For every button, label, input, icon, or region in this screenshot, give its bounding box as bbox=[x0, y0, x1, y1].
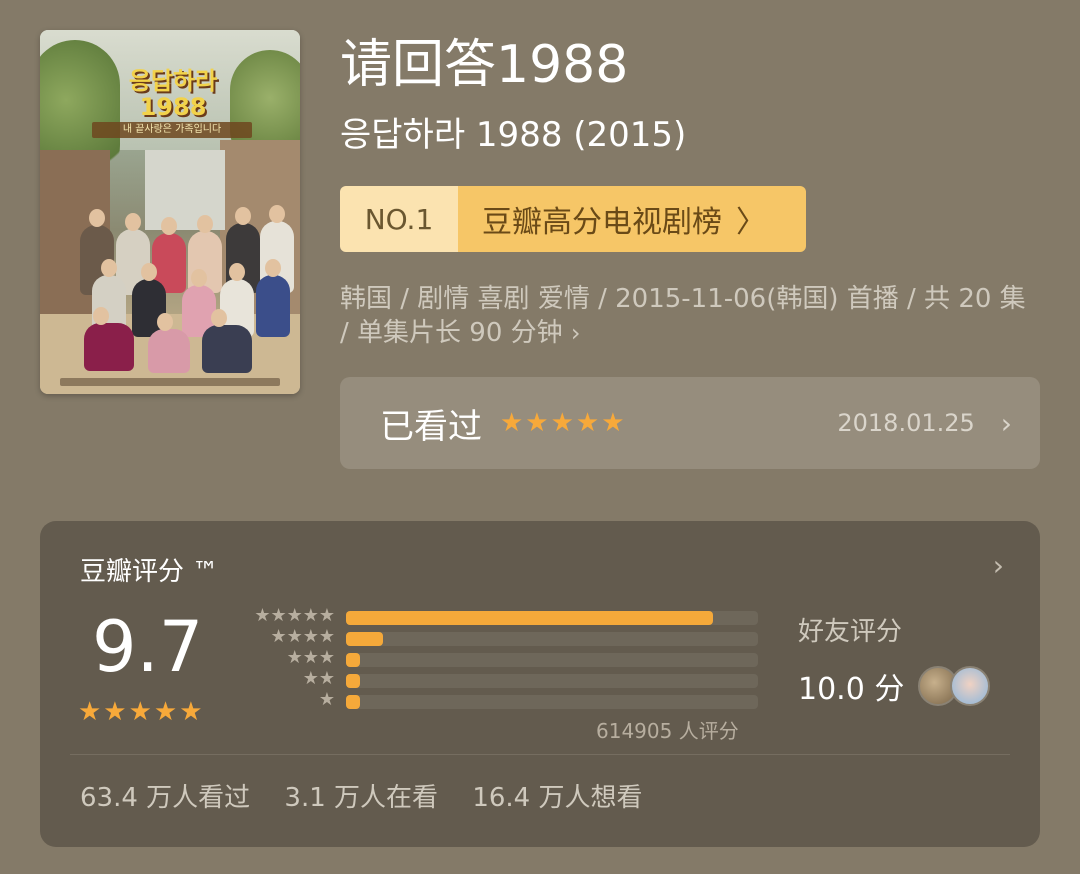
rating-distribution: ★★★★★ ★★★★ ★★★ ★★ ★ bbox=[240, 605, 760, 712]
rating-score: 9.7 bbox=[92, 606, 204, 688]
meta-info[interactable]: 韩国 / 剧情 喜剧 爱情 / 2015-11-06(韩国) 首播 / 共 20… bbox=[340, 282, 1040, 350]
cast-figure bbox=[148, 313, 190, 373]
rating-distribution-row: ★★★★★ bbox=[240, 605, 760, 628]
friends-rating[interactable]: 好友评分 10.0 分 bbox=[798, 611, 991, 708]
avatar[interactable] bbox=[950, 666, 991, 706]
my-rating-stars: ★★★★★ bbox=[500, 408, 627, 438]
chevron-right-icon[interactable]: › bbox=[993, 549, 1004, 582]
rating-stars: ★★★★★ bbox=[78, 697, 205, 727]
cast-figure bbox=[256, 259, 290, 337]
watching-count[interactable]: 3.1 万人在看 bbox=[284, 783, 438, 813]
chevron-right-icon: › bbox=[570, 319, 581, 347]
distribution-track bbox=[346, 653, 758, 667]
rank-number: NO.1 bbox=[340, 186, 458, 252]
distribution-bar bbox=[346, 695, 361, 709]
distribution-bar bbox=[346, 611, 713, 625]
rating-distribution-row: ★★ bbox=[240, 668, 760, 691]
distribution-track bbox=[346, 611, 758, 625]
cast-figure bbox=[84, 307, 134, 371]
wish-count[interactable]: 16.4 万人想看 bbox=[472, 783, 642, 813]
rating-count: 614905 人评分 bbox=[596, 719, 739, 743]
divider bbox=[70, 754, 1010, 755]
audience-stats: 63.4 万人看过 3.1 万人在看 16.4 万人想看 bbox=[80, 777, 668, 814]
rating-distribution-row: ★★★★ bbox=[240, 626, 760, 649]
poster-credits bbox=[60, 378, 280, 386]
distribution-track bbox=[346, 674, 758, 688]
distribution-stars-label: ★★★ bbox=[286, 647, 335, 668]
page-title: 请回答1988 bbox=[340, 35, 629, 95]
distribution-bar bbox=[346, 674, 361, 688]
watched-count[interactable]: 63.4 万人看过 bbox=[80, 783, 250, 813]
cast-figure bbox=[202, 309, 252, 373]
chevron-right-icon: › bbox=[1000, 406, 1012, 440]
friends-rating-value-row: 10.0 分 bbox=[798, 664, 991, 708]
my-rating-row[interactable]: 已看过 ★★★★★ 2018.01.25 › bbox=[340, 377, 1040, 469]
friends-rating-score: 10.0 分 bbox=[798, 672, 905, 707]
distribution-stars-label: ★★★★★ bbox=[254, 605, 335, 626]
watched-date: 2018.01.25 bbox=[837, 409, 975, 437]
rating-distribution-row: ★★★ bbox=[240, 647, 760, 670]
distribution-bar bbox=[346, 632, 384, 646]
distribution-track bbox=[346, 695, 758, 709]
distribution-stars-label: ★ bbox=[318, 689, 335, 710]
chevron-right-icon: 〉 bbox=[736, 205, 766, 240]
distribution-track bbox=[346, 632, 758, 646]
rating-card: 豆瓣评分 ™ › 9.7 ★★★★★ ★★★★★ ★★★★ ★★★ ★★ ★ 61490… bbox=[40, 521, 1040, 847]
original-title: 응답하라 1988 (2015) bbox=[340, 115, 687, 155]
rank-board: 豆瓣高分电视剧榜 〉 bbox=[458, 186, 806, 252]
friends-rating-label: 好友评分 bbox=[798, 617, 903, 647]
distribution-stars-label: ★★★★ bbox=[270, 626, 335, 647]
watched-status: 已看过 bbox=[380, 406, 482, 447]
rank-board-label: 豆瓣高分电视剧榜 bbox=[482, 205, 722, 240]
poster-cast-group bbox=[70, 205, 294, 375]
meta-text: 韩国 / 剧情 喜剧 爱情 / 2015-11-06(韩国) 首播 / 共 20… bbox=[340, 284, 1026, 348]
distribution-stars-label: ★★ bbox=[302, 668, 335, 689]
poster-image[interactable]: 응답하라 1988 내 끝사랑은 가족입니다 bbox=[40, 30, 300, 394]
rank-banner[interactable]: NO.1 豆瓣高分电视剧榜 〉 bbox=[340, 186, 806, 252]
rating-distribution-row: ★ bbox=[240, 689, 760, 712]
rating-header: 豆瓣评分 ™ bbox=[80, 557, 219, 587]
poster-tagline: 내 끝사랑은 가족입니다 bbox=[92, 122, 252, 138]
distribution-bar bbox=[346, 653, 361, 667]
